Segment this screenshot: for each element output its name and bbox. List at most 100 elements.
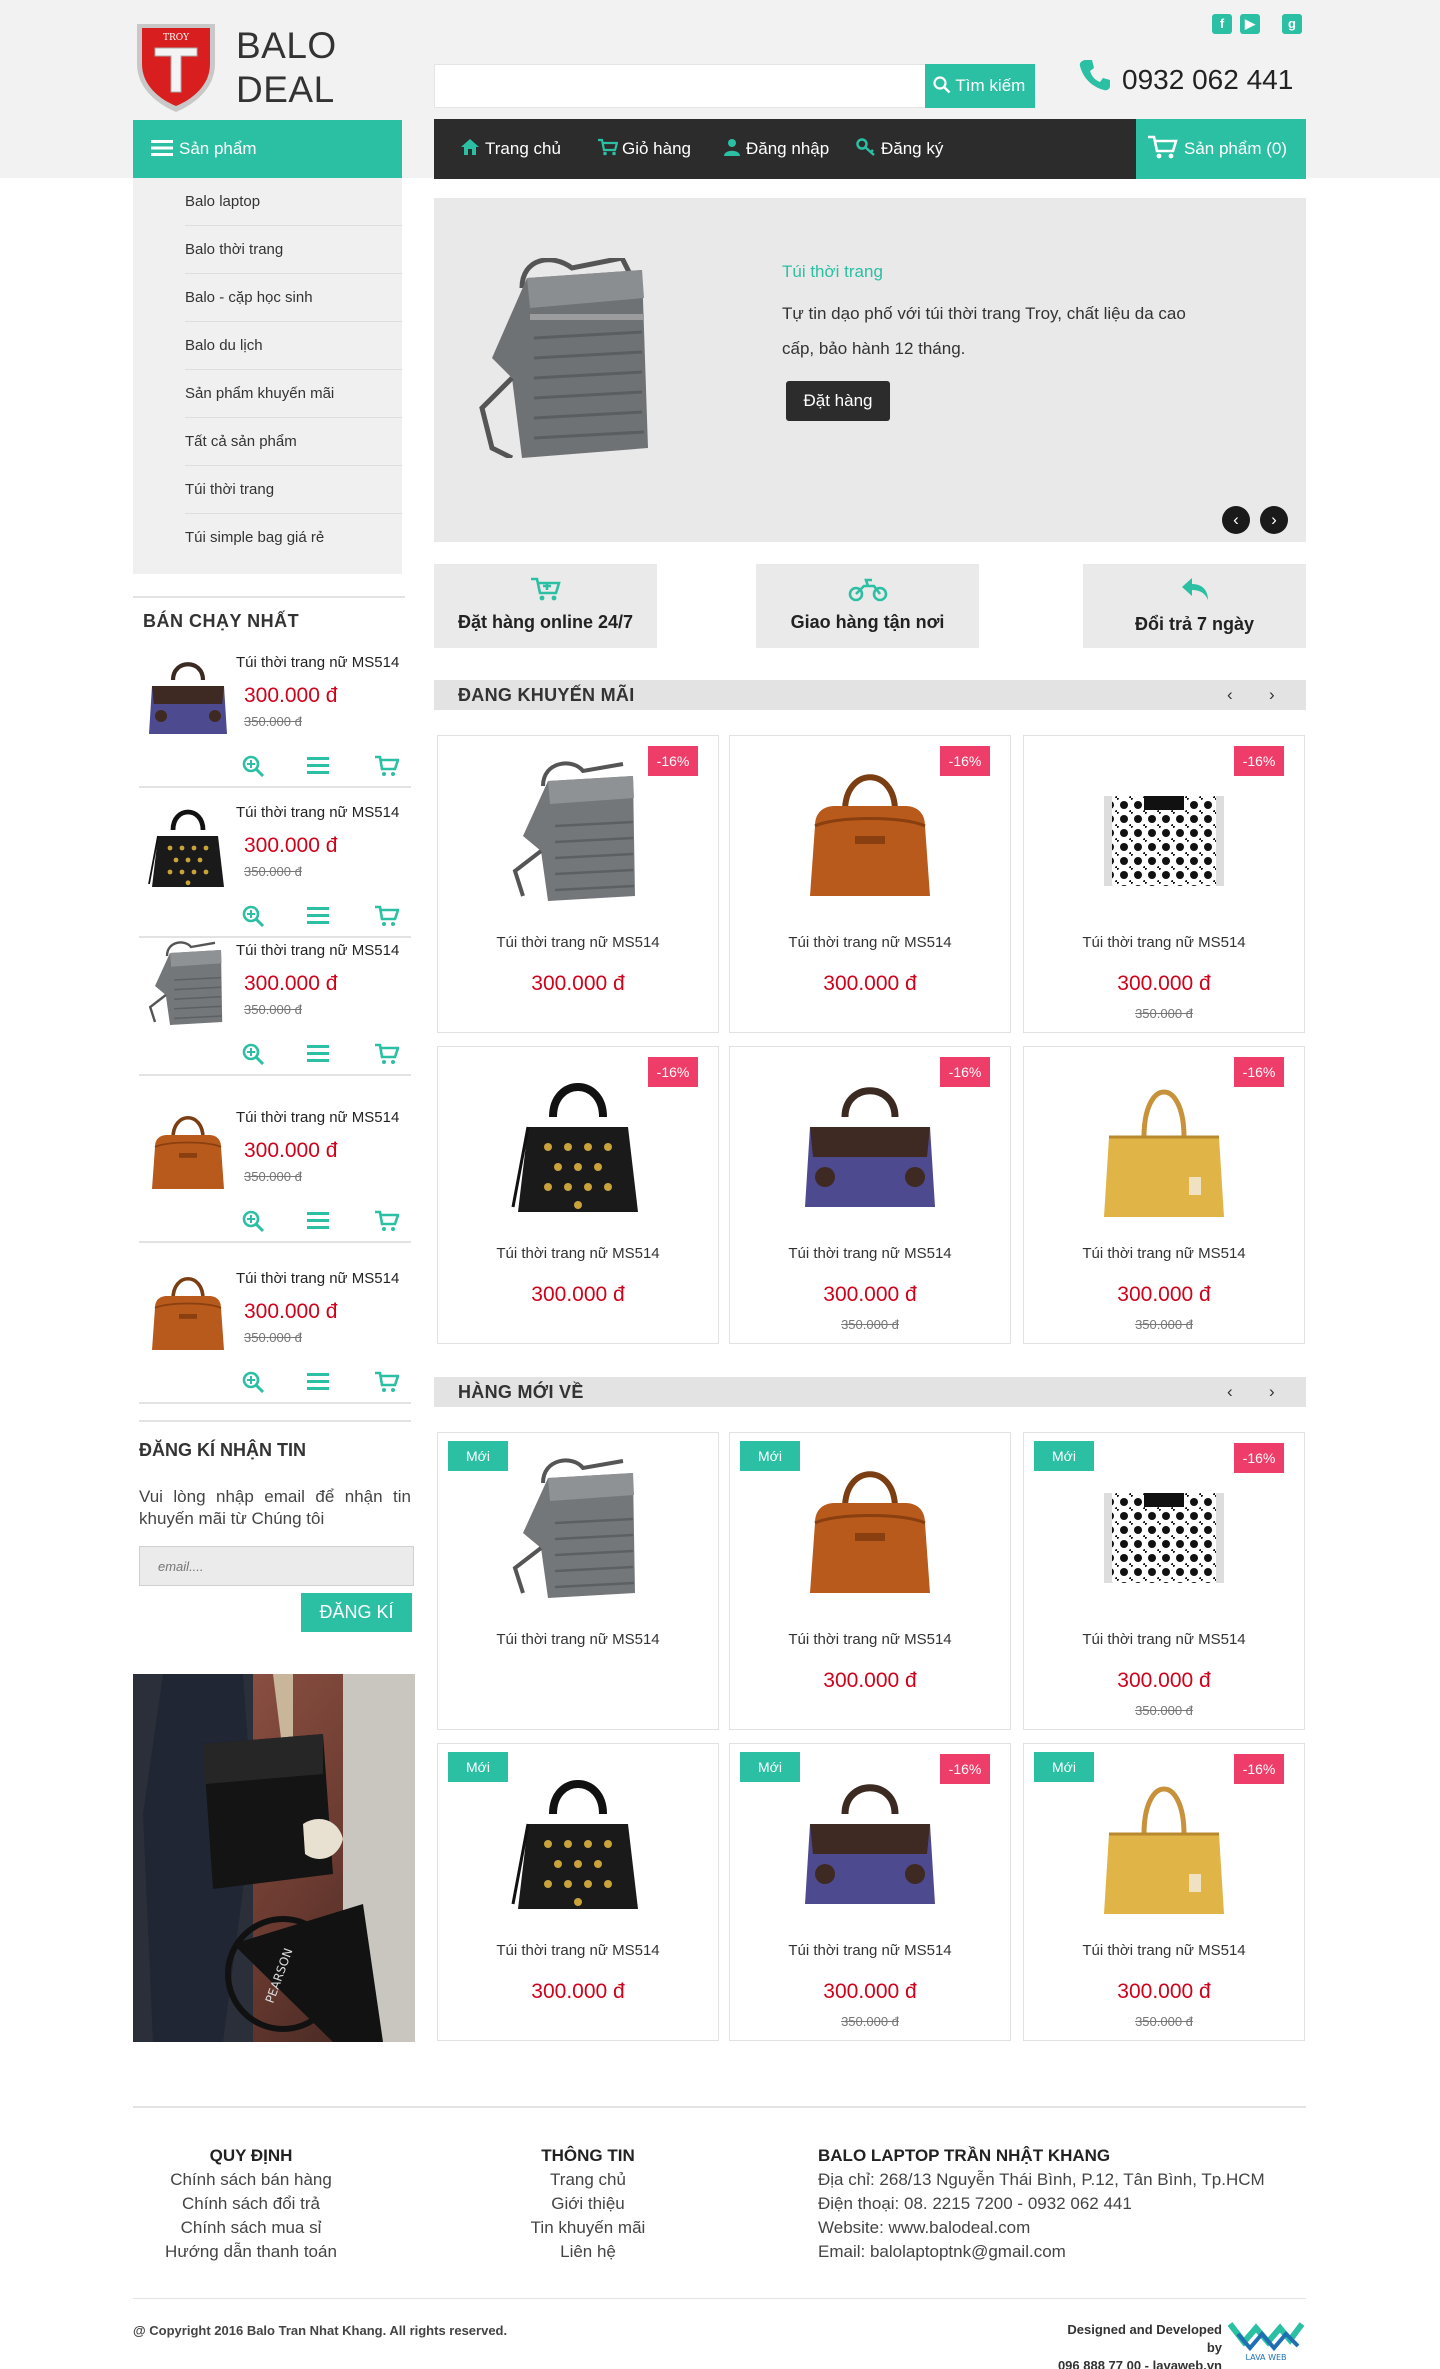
product-image[interactable]	[1089, 1764, 1239, 1919]
bestseller-name[interactable]: Túi thời trang nữ MS514	[236, 804, 399, 821]
bestseller-name[interactable]: Túi thời trang nữ MS514	[236, 1109, 399, 1126]
product-name[interactable]: Túi thời trang nữ MS514	[1024, 1245, 1304, 1262]
product-name[interactable]: Túi thời trang nữ MS514	[1024, 1631, 1304, 1648]
product-name[interactable]: Túi thời trang nữ MS514	[438, 1942, 718, 1959]
product-image[interactable]	[1089, 1067, 1239, 1222]
product-image[interactable]	[503, 1067, 653, 1222]
product-card[interactable]: Túi thời trang nữ MS514 300.000 đ -16%	[437, 1046, 719, 1344]
product-card[interactable]: Túi thời trang nữ MS514 300.000 đ Mới	[729, 1432, 1011, 1730]
category-item[interactable]: Balo laptop	[185, 178, 402, 226]
bestseller-image[interactable]	[143, 650, 233, 740]
product-image[interactable]	[503, 1453, 653, 1608]
lava-web-logo[interactable]: LAVA WEB	[1228, 2312, 1304, 2362]
slider-next-button[interactable]: ›	[1260, 506, 1288, 534]
product-name[interactable]: Túi thời trang nữ MS514	[730, 1942, 1010, 1959]
product-name[interactable]: Túi thời trang nữ MS514	[438, 1631, 718, 1648]
product-card[interactable]: Túi thời trang nữ MS514 300.000 đ -16%	[437, 735, 719, 1033]
product-name[interactable]: Túi thời trang nữ MS514	[438, 934, 718, 951]
hero-slider[interactable]: Túi thời trang Tự tin dạo phố với túi th…	[434, 198, 1306, 542]
search-input[interactable]	[434, 64, 926, 108]
bestseller-image[interactable]	[143, 800, 233, 890]
bestseller-image[interactable]	[143, 938, 233, 1028]
footer-link[interactable]: Hướng dẫn thanh toán	[133, 2240, 369, 2264]
category-item[interactable]: Tất cả sản phẩm	[185, 418, 402, 466]
product-image[interactable]	[795, 756, 945, 911]
bestseller-name[interactable]: Túi thời trang nữ MS514	[236, 1270, 399, 1287]
footer-link[interactable]: Chính sách mua sỉ	[133, 2216, 369, 2240]
footer-link[interactable]: Liên hệ	[508, 2240, 668, 2264]
bestseller-name[interactable]: Túi thời trang nữ MS514	[236, 654, 399, 671]
add-to-cart-icon[interactable]	[375, 1042, 399, 1066]
category-item[interactable]: Balo du lịch	[185, 322, 402, 370]
cart-summary-button[interactable]: Sản phẩm (0)	[1136, 119, 1306, 179]
footer-website[interactable]: Website: www.balodeal.com	[818, 2216, 1306, 2240]
product-card[interactable]: Túi thời trang nữ MS514 300.000 đ 350.000 …	[1023, 1432, 1305, 1730]
google-plus-icon[interactable]: g	[1282, 14, 1302, 34]
zoom-icon[interactable]	[241, 1209, 265, 1233]
product-card[interactable]: Túi thời trang nữ MS514 Mới	[437, 1432, 719, 1730]
add-to-cart-icon[interactable]	[375, 754, 399, 778]
zoom-icon[interactable]	[241, 1370, 265, 1394]
nav-register[interactable]: Đăng ký	[856, 119, 943, 179]
product-image[interactable]	[503, 756, 653, 911]
lifestyle-banner-image[interactable]: PEARSON	[133, 1674, 415, 2042]
product-card[interactable]: Túi thời trang nữ MS514 300.000 đ Mới	[437, 1743, 719, 2041]
category-item[interactable]: Balo thời trang	[185, 226, 402, 274]
bestseller-image[interactable]	[143, 1266, 233, 1356]
hotline[interactable]: 0932 062 441	[1078, 58, 1293, 96]
product-card[interactable]: Túi thời trang nữ MS514 300.000 đ 350.000 …	[729, 1046, 1011, 1344]
category-item[interactable]: Sản phẩm khuyến mãi	[185, 370, 402, 418]
category-menu-button[interactable]: Sản phẩm	[133, 120, 402, 178]
product-image[interactable]	[795, 1764, 945, 1919]
brand-name[interactable]: BALO DEAL	[236, 24, 337, 112]
bestseller-image[interactable]	[143, 1105, 233, 1195]
search-button[interactable]: Tìm kiếm	[925, 64, 1035, 108]
product-image[interactable]	[1089, 756, 1239, 911]
product-card[interactable]: Túi thời trang nữ MS514 300.000 đ 350.000 …	[1023, 735, 1305, 1033]
logo-shield-icon[interactable]: TROY	[133, 18, 219, 114]
product-name[interactable]: Túi thời trang nữ MS514	[1024, 934, 1304, 951]
new-arrivals-next-button[interactable]: ›	[1269, 1377, 1275, 1407]
category-item[interactable]: Túi simple bag giá rẻ	[185, 514, 402, 562]
product-image[interactable]	[795, 1067, 945, 1222]
promo-prev-button[interactable]: ‹	[1227, 680, 1233, 710]
product-image[interactable]	[795, 1453, 945, 1608]
product-name[interactable]: Túi thời trang nữ MS514	[730, 1631, 1010, 1648]
product-name[interactable]: Túi thời trang nữ MS514	[1024, 1942, 1304, 1959]
add-to-cart-icon[interactable]	[375, 1370, 399, 1394]
product-image[interactable]	[1089, 1453, 1239, 1608]
footer-link[interactable]: Trang chủ	[508, 2168, 668, 2192]
zoom-icon[interactable]	[241, 904, 265, 928]
nav-home[interactable]: Trang chủ	[460, 119, 561, 179]
category-item[interactable]: Túi thời trang	[185, 466, 402, 514]
list-icon[interactable]	[306, 1042, 330, 1066]
product-card[interactable]: Túi thời trang nữ MS514 300.000 đ 350.000 …	[729, 1743, 1011, 2041]
footer-link[interactable]: Giới thiệu	[508, 2192, 668, 2216]
zoom-icon[interactable]	[241, 1042, 265, 1066]
list-icon[interactable]	[306, 904, 330, 928]
product-card[interactable]: Túi thời trang nữ MS514 300.000 đ 350.000 …	[1023, 1046, 1305, 1344]
add-to-cart-icon[interactable]	[375, 1209, 399, 1233]
product-card[interactable]: Túi thời trang nữ MS514 300.000 đ 350.000 …	[1023, 1743, 1305, 2041]
new-arrivals-prev-button[interactable]: ‹	[1227, 1377, 1233, 1407]
category-item[interactable]: Balo - cặp học sinh	[185, 274, 402, 322]
list-icon[interactable]	[306, 754, 330, 778]
product-name[interactable]: Túi thời trang nữ MS514	[730, 934, 1010, 951]
facebook-icon[interactable]: f	[1212, 14, 1232, 34]
newsletter-email-input[interactable]	[139, 1546, 414, 1586]
slider-order-button[interactable]: Đặt hàng	[786, 381, 890, 421]
product-name[interactable]: Túi thời trang nữ MS514	[438, 1245, 718, 1262]
developer-credit[interactable]: Designed and Developed by 096 888 77 00 …	[1057, 2321, 1222, 2369]
product-card[interactable]: Túi thời trang nữ MS514 300.000 đ -16%	[729, 735, 1011, 1033]
footer-link[interactable]: Tin khuyến mãi	[508, 2216, 668, 2240]
footer-link[interactable]: Chính sách đổi trả	[133, 2192, 369, 2216]
promo-next-button[interactable]: ›	[1269, 680, 1275, 710]
nav-cart[interactable]: Giỏ hàng	[598, 119, 691, 179]
footer-email[interactable]: Email: balolaptoptnk@gmail.com	[818, 2240, 1306, 2264]
slider-prev-button[interactable]: ‹	[1222, 506, 1250, 534]
youtube-icon[interactable]: ▶	[1240, 14, 1260, 34]
list-icon[interactable]	[306, 1370, 330, 1394]
product-image[interactable]	[503, 1764, 653, 1919]
zoom-icon[interactable]	[241, 754, 265, 778]
newsletter-subscribe-button[interactable]: ĐĂNG KÍ	[301, 1593, 412, 1632]
